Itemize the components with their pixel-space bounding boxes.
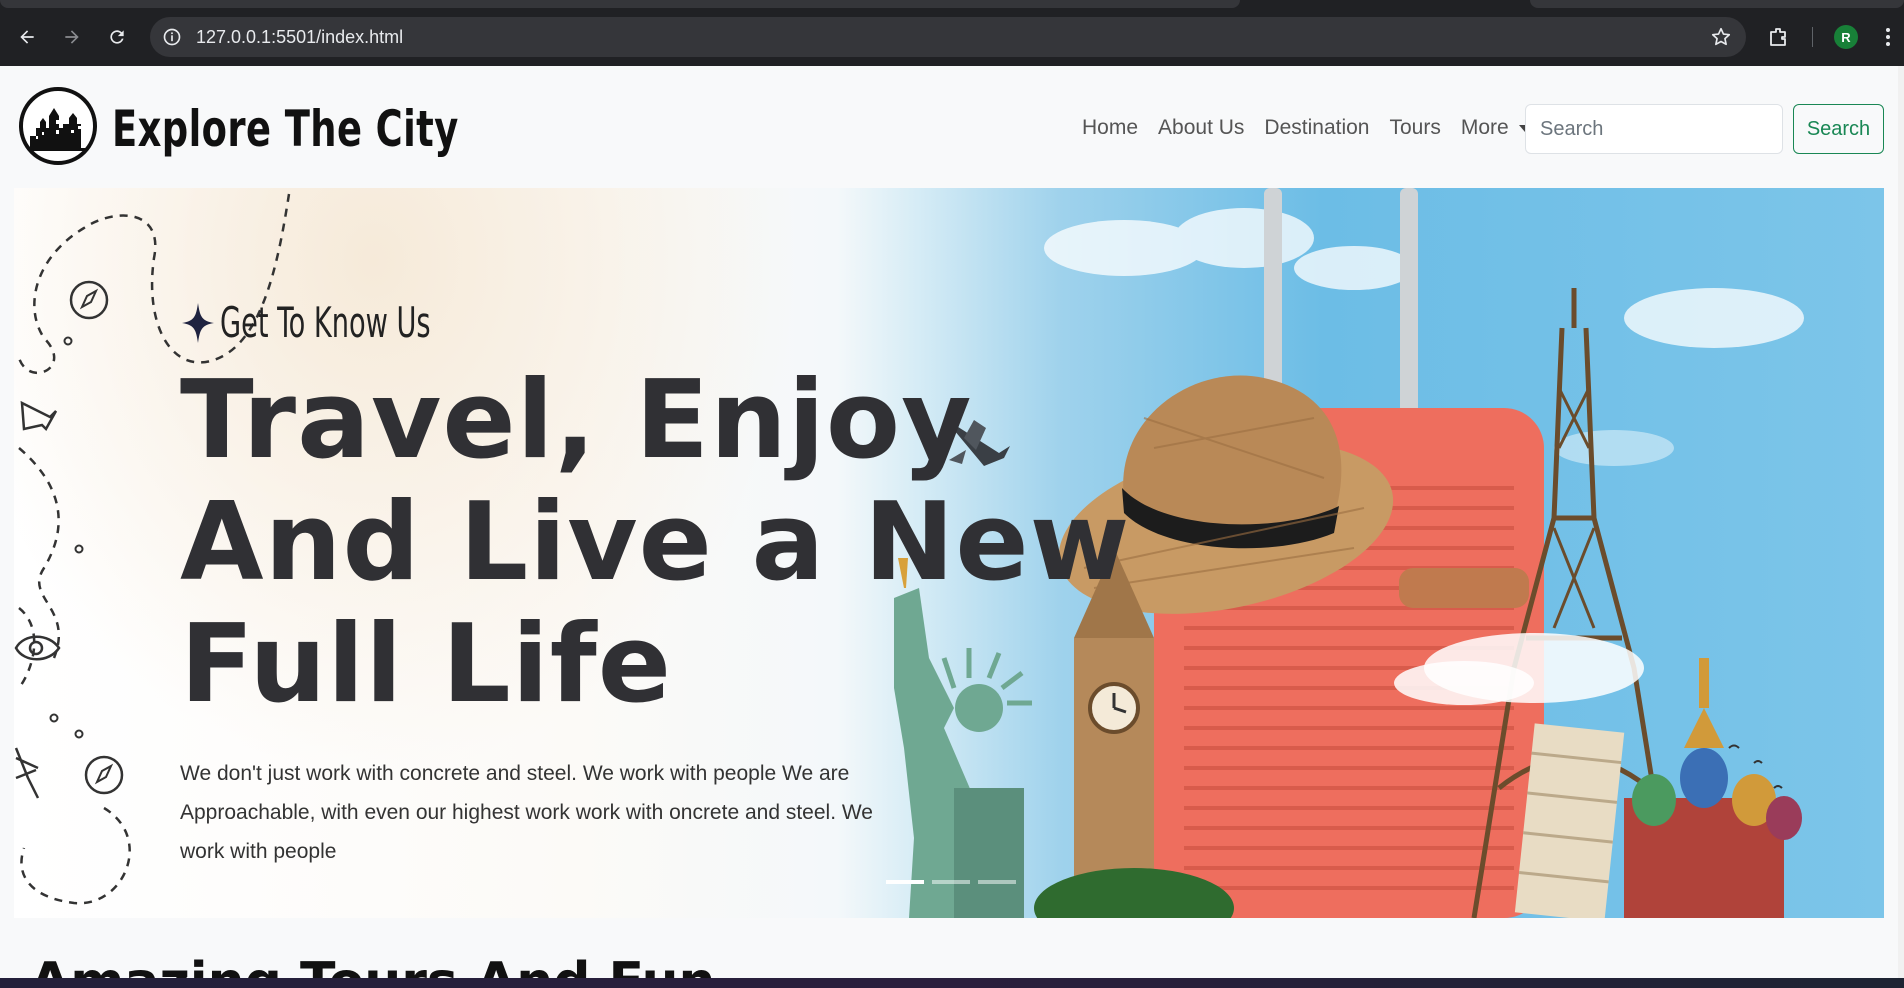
brand-title[interactable]: Explore The City <box>112 100 459 158</box>
browser-toolbar: 127.0.0.1:5501/index.html R <box>0 0 1904 66</box>
carousel-indicator-2[interactable] <box>932 880 970 884</box>
nav-link-about-us[interactable]: About Us <box>1158 116 1244 140</box>
tab-strip-edge <box>0 0 1240 8</box>
hero-tagline: Get To Know Us <box>180 298 512 347</box>
site-navbar: Explore The City Home About Us Destinati… <box>0 66 1898 186</box>
search-button[interactable]: Search <box>1793 104 1884 154</box>
hero-headline: Travel, Enjoy And Live a New Full Life <box>180 358 1131 727</box>
hero-headline-line-2: And Live a New <box>180 480 1131 605</box>
reload-button[interactable] <box>102 22 132 52</box>
browser-menu-icon[interactable] <box>1884 25 1892 49</box>
nav-more-dropdown[interactable]: More <box>1461 116 1531 140</box>
desktop-taskbar-edge <box>0 978 1904 988</box>
section-title: Amazing Tours And Fun <box>30 952 716 978</box>
hero-headline-line-3: Full Life <box>180 602 672 727</box>
hero-tagline-text: Get To Know Us <box>220 298 431 347</box>
compass-icon-1 <box>69 280 109 320</box>
back-button[interactable] <box>12 22 42 52</box>
doodle-plane-icon <box>20 400 58 432</box>
nav-link-destination[interactable]: Destination <box>1264 116 1369 140</box>
carousel-indicators <box>886 880 1024 884</box>
tab-strip-edge-right <box>1530 0 1904 8</box>
forward-button[interactable] <box>57 22 87 52</box>
url-text: 127.0.0.1:5501/index.html <box>196 27 404 47</box>
toolbar-separator <box>1812 27 1813 47</box>
nav-more-label: More <box>1460 116 1509 139</box>
hero-carousel: Get To Know Us Travel, Enjoy And Live a … <box>14 188 1884 918</box>
doodle-leaf-icon <box>14 747 40 799</box>
hero-headline-line-1: Travel, Enjoy <box>180 358 973 483</box>
nav-link-home[interactable]: Home <box>1082 116 1138 140</box>
nav-links: Home About Us Destination Tours More <box>1082 116 1531 140</box>
address-bar[interactable]: 127.0.0.1:5501/index.html <box>150 17 1746 57</box>
page-scrollbar[interactable] <box>1898 66 1904 978</box>
carousel-indicator-1[interactable] <box>886 880 924 884</box>
profile-avatar[interactable]: R <box>1834 25 1858 49</box>
search-input[interactable] <box>1525 104 1783 154</box>
nav-link-tours[interactable]: Tours <box>1389 116 1440 140</box>
city-logo-icon[interactable] <box>18 86 98 166</box>
page-viewport: Explore The City Home About Us Destinati… <box>0 66 1904 978</box>
arrow-right-icon <box>65 30 79 44</box>
hero-description: We don't just work with concrete and ste… <box>180 762 873 863</box>
doodle-pin-icon <box>14 635 61 661</box>
sparkle-star-icon <box>182 302 214 343</box>
reload-icon <box>110 30 124 44</box>
extensions-icon[interactable] <box>1767 25 1791 49</box>
carousel-indicator-3[interactable] <box>978 880 1016 884</box>
bookmark-star-icon[interactable] <box>1710 26 1732 48</box>
site-info-icon[interactable] <box>162 27 182 47</box>
arrow-left-icon <box>20 30 34 44</box>
compass-icon-2 <box>84 755 124 795</box>
